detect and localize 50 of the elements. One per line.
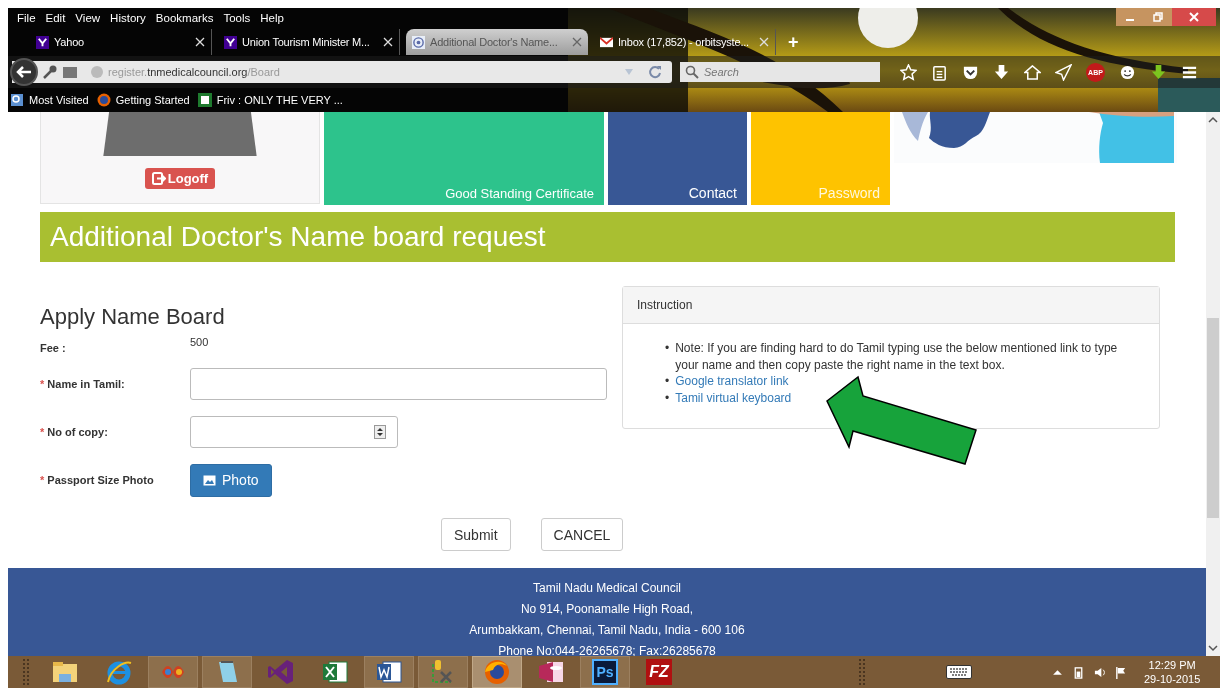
footer-text: Tamil Nadu Medical Council [532, 580, 682, 596]
input-field[interactable] [190, 368, 607, 400]
taskbar-app[interactable] [418, 656, 468, 688]
footer-text: Arumbakkam, Chennai, Tamil Nadu, India - 600 106 [469, 622, 745, 638]
grip-icon [858, 658, 866, 686]
photo-button[interactable]: Photo [190, 463, 272, 497]
photoshop-icon: Ps [592, 659, 618, 685]
scrollbar-thumb[interactable] [1207, 318, 1219, 518]
bullet: • [665, 389, 670, 406]
taskbar-app[interactable]: FZ [634, 656, 684, 688]
battery-icon[interactable] [1073, 665, 1084, 679]
logoff-button[interactable]: Logoff [144, 168, 216, 189]
document-icon [375, 658, 403, 686]
field-label: * Passport Size Photo [40, 474, 155, 486]
fee-value: 500 [190, 336, 209, 348]
avatar-icon [100, 112, 260, 158]
keyboard-icon[interactable] [946, 665, 972, 679]
taskbar-app[interactable]: Ps [580, 656, 630, 688]
menu-tile[interactable]: Contact [608, 112, 747, 205]
filezilla-icon: FZ [646, 659, 672, 685]
form-title: Apply Name Board [40, 304, 226, 331]
grip-icon [22, 658, 30, 686]
spinner-icon[interactable] [374, 425, 386, 439]
fee-label: Fee : [40, 342, 67, 354]
firefox-icon [483, 658, 511, 686]
link[interactable]: Google translator link [675, 373, 789, 390]
panel-heading: Instruction [623, 287, 1159, 324]
spreadsheet-icon [321, 658, 349, 686]
link[interactable]: Tamil virtual keyboard [675, 389, 792, 406]
bullet: • [665, 340, 670, 357]
number-field[interactable] [190, 416, 398, 448]
scroll-up-icon[interactable] [1208, 116, 1218, 124]
logout-icon [151, 172, 166, 185]
footer-text: Phone No:044-26265678; Fax:26285678 [498, 643, 716, 656]
footer-text: No 914, Poonamalle High Road, [520, 601, 694, 617]
scrollbar[interactable] [1206, 112, 1220, 656]
flag-icon[interactable] [1115, 665, 1126, 679]
date-text[interactable]: 29-10-2015 [1144, 672, 1201, 686]
field-label: * No of copy: [40, 426, 109, 438]
submit-button[interactable]: Submit [441, 518, 511, 551]
bullet: • [665, 373, 670, 390]
time-text[interactable]: 12:29 PM [1148, 658, 1196, 672]
field-label: * Name in Tamil: [40, 378, 126, 390]
taskbar-app[interactable] [364, 656, 414, 688]
instruction-note: Note: If you are finding hard to do Tamil typing use the below mentioned link to type your name and then copy paste the right name in the text box. [675, 340, 1119, 373]
taskbar-app[interactable] [472, 656, 522, 688]
cancel-button[interactable]: CANCEL [540, 518, 624, 551]
page-banner: Additional Doctor's Name board request [40, 212, 1175, 262]
image-icon [203, 474, 216, 486]
scroll-down-icon[interactable] [1208, 644, 1218, 652]
